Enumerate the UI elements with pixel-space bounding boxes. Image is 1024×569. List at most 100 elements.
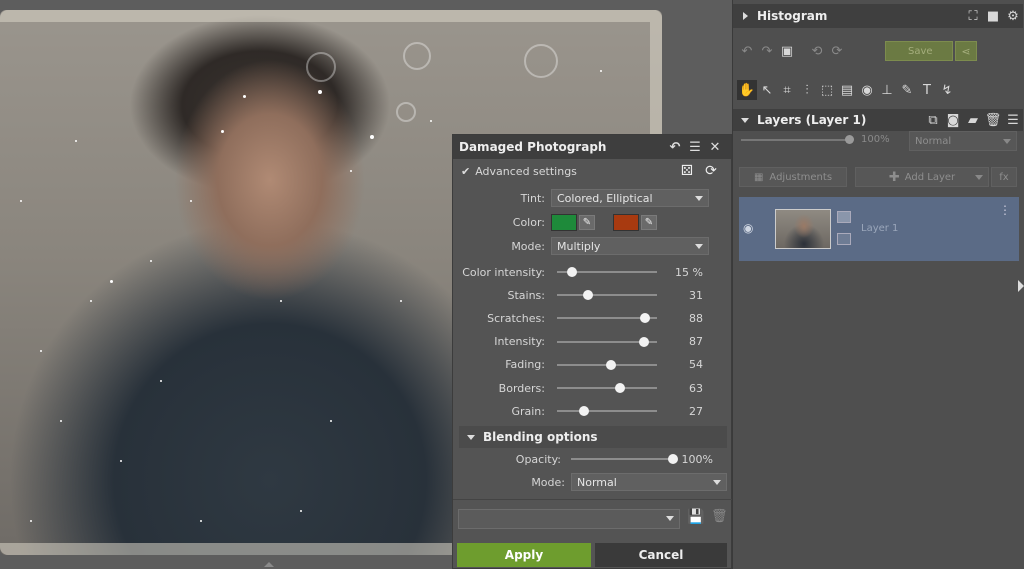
slider-thumb[interactable] — [639, 336, 649, 347]
opacity-slider-track[interactable] — [571, 458, 673, 460]
layer-options-icon[interactable]: ⋮ — [999, 203, 1011, 217]
canvas-resize-handle[interactable] — [264, 562, 274, 567]
rotate-right-icon[interactable]: ⟳ — [827, 41, 847, 61]
clone-icon[interactable]: ⊥ — [877, 80, 897, 100]
slider-label: Scratches: — [487, 311, 545, 325]
adjustments-button[interactable]: ▦ Adjustments — [739, 167, 847, 187]
preset-dropdown[interactable] — [458, 509, 680, 529]
close-icon[interactable]: ✕ — [705, 140, 725, 155]
dice-icon[interactable]: ⚄ — [675, 163, 699, 179]
slider-thumb[interactable] — [640, 313, 650, 324]
panel-collapse-arrow-icon[interactable] — [1018, 280, 1024, 292]
grain-speck — [318, 90, 322, 94]
text-icon[interactable]: T — [917, 80, 937, 100]
advanced-settings-checkbox[interactable]: ✔ — [461, 165, 470, 178]
brush-icon[interactable]: ✎ — [897, 80, 917, 100]
straighten-icon[interactable]: ⫶ — [797, 80, 817, 100]
mode-dropdown[interactable]: Multiply — [551, 237, 709, 255]
rotate-left-icon[interactable]: ⟲ — [807, 41, 827, 61]
layer-opacity-thumb[interactable] — [845, 135, 854, 144]
grain-speck — [330, 420, 332, 422]
stain-circle — [403, 42, 431, 70]
slider-label: Color intensity: — [462, 265, 545, 279]
layer-thumbnail — [775, 209, 831, 249]
grain-speck — [30, 520, 32, 522]
grain-speck — [150, 260, 152, 262]
slider-track[interactable] — [557, 294, 657, 297]
grain-speck — [221, 130, 224, 133]
cancel-button[interactable]: Cancel — [595, 543, 727, 567]
plus-icon: ✚ — [888, 169, 900, 185]
undo-icon[interactable]: ↶ — [737, 41, 757, 61]
collapse-triangle-icon — [741, 117, 749, 123]
share-button[interactable]: ⋖ — [955, 41, 977, 61]
slider-track[interactable] — [557, 387, 657, 389]
visibility-eye-icon[interactable]: ◉ — [743, 221, 753, 235]
color-swatch-2[interactable] — [613, 213, 639, 231]
redo-icon[interactable]: ↷ — [757, 41, 777, 61]
folder-icon[interactable]: ▰ — [963, 110, 983, 130]
layer-blend-dropdown[interactable]: Normal — [909, 131, 1017, 151]
shape-icon[interactable]: ↯ — [937, 80, 957, 100]
grain-speck — [350, 170, 352, 172]
save-label: Save — [908, 45, 933, 57]
blend-mode-dropdown[interactable]: Normal — [571, 473, 727, 491]
mask-icon[interactable]: ◙ — [943, 110, 963, 130]
pointer-icon[interactable]: ↖ — [757, 80, 777, 100]
slider-thumb[interactable] — [567, 267, 577, 277]
slider-value: 31 — [689, 288, 703, 302]
note-icon[interactable]: ▤ — [837, 80, 857, 100]
layer-opacity-value: 100% — [861, 134, 890, 145]
delete-preset-icon[interactable]: 🗑 — [711, 509, 728, 524]
opacity-label: Opacity: — [515, 452, 561, 466]
slider-row: Borders: 63 — [453, 377, 733, 399]
crop-tool-icon[interactable]: ⌗ — [777, 80, 797, 100]
reset-icon[interactable]: ⟳ — [699, 163, 723, 179]
tint-dropdown[interactable]: Colored, Elliptical — [551, 189, 709, 207]
undo-icon[interactable]: ↶ — [665, 140, 685, 155]
histogram-header[interactable]: Histogram ⛶ ■ ⚙ — [733, 4, 1023, 28]
duplicate-layer-icon[interactable]: ⧉ — [923, 110, 943, 130]
blending-options-title: Blending options — [483, 430, 598, 444]
dialog-titlebar: Damaged Photograph ↶ ☰ ✕ — [453, 135, 731, 159]
layer-blend-value: Normal — [915, 135, 952, 147]
crop-icon[interactable]: ⛶ — [963, 6, 983, 26]
blending-options-header[interactable]: Blending options — [459, 426, 727, 448]
layer-row[interactable]: ◉ Layer 1 ⋮ — [739, 197, 1019, 261]
stain-circle — [396, 102, 416, 122]
stain-circle — [524, 44, 558, 78]
settings-icon[interactable]: ⚙ — [1003, 6, 1023, 26]
grain-speck — [90, 300, 92, 302]
eye-icon[interactable]: ◉ — [857, 80, 877, 100]
grain-speck — [60, 420, 62, 422]
apply-button[interactable]: Apply — [457, 543, 591, 567]
fx-button[interactable]: fx — [991, 167, 1017, 187]
slider-track[interactable] — [557, 410, 657, 413]
slider-thumb[interactable] — [615, 383, 625, 393]
blend-mode-label: Mode: — [531, 475, 565, 489]
slider-label: Grain: — [511, 404, 545, 418]
monitor-icon[interactable]: ■ — [983, 6, 1003, 26]
layers-header[interactable]: Layers (Layer 1) ⧉ ◙ ▰ 🗑 ☰ — [733, 109, 1023, 131]
save-button[interactable]: Save — [885, 41, 953, 61]
layer-opacity-track[interactable] — [741, 139, 849, 141]
blend-mode-value: Normal — [577, 475, 617, 489]
menu-icon[interactable]: ☰ — [1003, 110, 1023, 130]
advanced-settings-row: ✔ Advanced settings ⚄ ⟳ — [453, 159, 731, 183]
eyedropper-icon[interactable]: ✎ — [579, 214, 595, 230]
grain-speck — [370, 135, 374, 139]
menu-icon[interactable]: ☰ — [685, 140, 705, 155]
slider-thumb[interactable] — [606, 359, 616, 370]
transform-icon[interactable]: ⬚ — [817, 80, 837, 100]
hand-icon[interactable]: ✋ — [737, 80, 757, 100]
slider-thumb[interactable] — [579, 406, 589, 417]
delete-layer-icon[interactable]: 🗑 — [983, 110, 1003, 130]
color-swatch-1[interactable] — [551, 213, 577, 231]
add-layer-button[interactable]: ✚ Add Layer — [855, 167, 989, 187]
eyedropper-icon[interactable]: ✎ — [641, 214, 657, 230]
slider-thumb[interactable] — [583, 290, 593, 301]
right-panel: Histogram ⛶ ■ ⚙ ↶ ↷ ▣ ⟲ ⟳ Save ⋖ ✋ ↖ ⌗ ⫶… — [732, 0, 1024, 569]
image-icon[interactable]: ▣ — [777, 41, 797, 61]
slider-value: 63 — [689, 381, 703, 395]
save-preset-icon[interactable]: 💾 — [687, 509, 704, 525]
